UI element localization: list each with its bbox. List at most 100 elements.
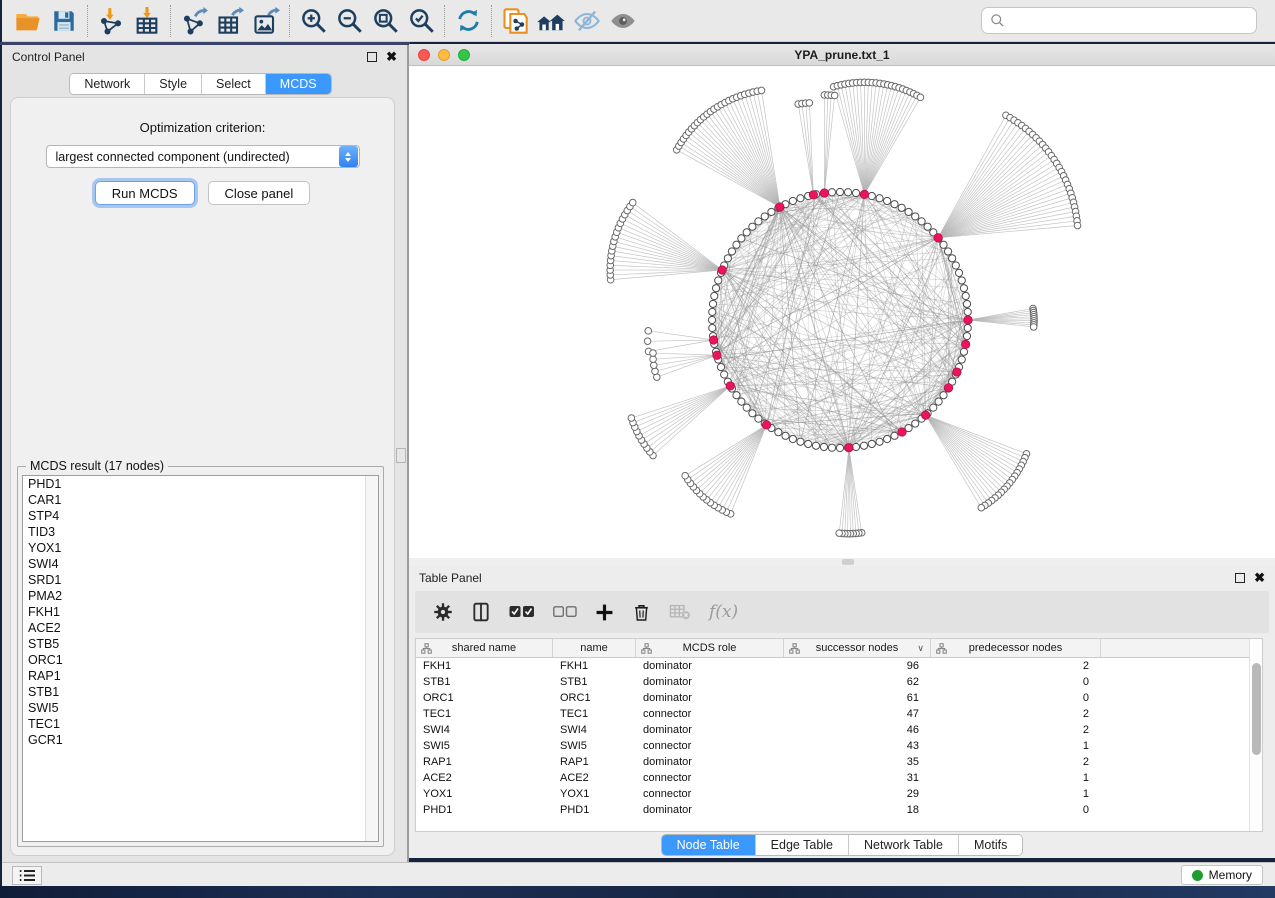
table-cell[interactable]: dominator: [636, 756, 784, 768]
table-cell[interactable]: 31: [784, 772, 931, 784]
task-history-button[interactable]: [12, 866, 42, 885]
tab-style[interactable]: Style: [145, 74, 202, 94]
zoom-selected-icon[interactable]: [403, 3, 439, 39]
column-header-shared-name[interactable]: shared name: [416, 639, 553, 657]
table-cell[interactable]: TEC1: [416, 708, 553, 720]
tab-network[interactable]: Network: [70, 74, 145, 94]
export-network-icon[interactable]: [176, 3, 212, 39]
list-item[interactable]: FKH1: [23, 604, 378, 620]
horizontal-splitter-grip[interactable]: [842, 559, 854, 565]
network-graph[interactable]: [409, 66, 1275, 558]
table-row[interactable]: TEC1TEC1connector472: [416, 706, 1262, 722]
table-cell[interactable]: connector: [636, 788, 784, 800]
table-cell[interactable]: dominator: [636, 804, 784, 816]
table-cell[interactable]: YOX1: [553, 788, 636, 800]
table-cell[interactable]: SWI4: [416, 724, 553, 736]
table-cell[interactable]: ACE2: [416, 772, 553, 784]
list-item[interactable]: PHD1: [23, 476, 378, 492]
column-header-name[interactable]: name: [553, 639, 636, 657]
table-cell[interactable]: connector: [636, 772, 784, 784]
table-cell[interactable]: connector: [636, 740, 784, 752]
table-cell[interactable]: 2: [931, 756, 1101, 768]
show-columns-icon[interactable]: [471, 602, 491, 622]
table-cell[interactable]: 29: [784, 788, 931, 800]
first-neighbors-icon[interactable]: [533, 3, 569, 39]
table-cell[interactable]: STB1: [416, 676, 553, 688]
search-field[interactable]: [981, 7, 1257, 34]
table-cell[interactable]: PHD1: [416, 804, 553, 816]
table-cell[interactable]: FKH1: [416, 660, 553, 672]
tab-mcds[interactable]: MCDS: [266, 74, 331, 94]
table-cell[interactable]: dominator: [636, 692, 784, 704]
tab-network-table[interactable]: Network Table: [849, 835, 959, 855]
table-scrollbar[interactable]: [1249, 639, 1262, 831]
table-cell[interactable]: dominator: [636, 724, 784, 736]
import-table-icon[interactable]: [129, 3, 165, 39]
table-row[interactable]: SWI5SWI5connector431: [416, 738, 1262, 754]
show-all-icon[interactable]: [605, 3, 641, 39]
list-item[interactable]: CAR1: [23, 492, 378, 508]
table-cell[interactable]: 1: [931, 788, 1101, 800]
list-item[interactable]: PMA2: [23, 588, 378, 604]
export-image-icon[interactable]: [248, 3, 284, 39]
tab-edge-table[interactable]: Edge Table: [756, 835, 849, 855]
table-cell[interactable]: PHD1: [553, 804, 636, 816]
close-panel-icon[interactable]: ✖: [386, 52, 397, 62]
list-item[interactable]: SWI5: [23, 700, 378, 716]
table-cell[interactable]: 47: [784, 708, 931, 720]
table-cell[interactable]: 2: [931, 708, 1101, 720]
table-cell[interactable]: 62: [784, 676, 931, 688]
float-table-panel-icon[interactable]: [1235, 573, 1245, 583]
memory-button[interactable]: Memory: [1181, 865, 1263, 885]
zoom-in-icon[interactable]: [295, 3, 331, 39]
list-item[interactable]: TID3: [23, 524, 378, 540]
list-item[interactable]: SRD1: [23, 572, 378, 588]
list-item[interactable]: YOX1: [23, 540, 378, 556]
column-header-mcds-role[interactable]: MCDS role: [636, 639, 784, 657]
zoom-out-icon[interactable]: [331, 3, 367, 39]
table-row[interactable]: YOX1YOX1connector291: [416, 786, 1262, 802]
table-row[interactable]: SWI4SWI4dominator462: [416, 722, 1262, 738]
list-item[interactable]: GCR1: [23, 732, 378, 748]
save-session-icon[interactable]: [46, 3, 82, 39]
table-cell[interactable]: TEC1: [553, 708, 636, 720]
table-cell[interactable]: SWI5: [416, 740, 553, 752]
table-row[interactable]: RAP1RAP1dominator352: [416, 754, 1262, 770]
hide-selected-icon[interactable]: [569, 3, 605, 39]
table-row[interactable]: STB1STB1dominator620: [416, 674, 1262, 690]
table-settings-gear-icon[interactable]: [433, 602, 453, 622]
sort-chevron-icon[interactable]: ∨: [917, 643, 924, 654]
table-cell[interactable]: 18: [784, 804, 931, 816]
search-input[interactable]: [1005, 14, 1248, 28]
table-cell[interactable]: 1: [931, 740, 1101, 752]
table-cell[interactable]: 0: [931, 676, 1101, 688]
table-cell[interactable]: ORC1: [553, 692, 636, 704]
table-cell[interactable]: 2: [931, 724, 1101, 736]
tab-select[interactable]: Select: [202, 74, 266, 94]
table-cell[interactable]: SWI4: [553, 724, 636, 736]
float-panel-icon[interactable]: [367, 52, 377, 62]
list-item[interactable]: ACE2: [23, 620, 378, 636]
vertical-splitter-grip[interactable]: [396, 448, 406, 463]
table-row[interactable]: FKH1FKH1dominator962: [416, 658, 1262, 674]
table-cell[interactable]: STB1: [553, 676, 636, 688]
table-row[interactable]: PHD1PHD1dominator180: [416, 802, 1262, 818]
list-item[interactable]: RAP1: [23, 668, 378, 684]
import-network-icon[interactable]: [93, 3, 129, 39]
table-row[interactable]: ORC1ORC1dominator610: [416, 690, 1262, 706]
table-cell[interactable]: 46: [784, 724, 931, 736]
table-cell[interactable]: YOX1: [416, 788, 553, 800]
table-scrollbar-thumb[interactable]: [1252, 663, 1261, 755]
table-cell[interactable]: dominator: [636, 660, 784, 672]
table-cell[interactable]: 2: [931, 660, 1101, 672]
list-item[interactable]: STP4: [23, 508, 378, 524]
close-panel-button[interactable]: Close panel: [208, 181, 311, 205]
export-table-icon[interactable]: [212, 3, 248, 39]
list-item[interactable]: STB1: [23, 684, 378, 700]
table-row[interactable]: ACE2ACE2connector311: [416, 770, 1262, 786]
table-cell[interactable]: dominator: [636, 676, 784, 688]
table-cell[interactable]: RAP1: [553, 756, 636, 768]
table-cell[interactable]: 43: [784, 740, 931, 752]
table-cell[interactable]: connector: [636, 708, 784, 720]
table-cell[interactable]: 35: [784, 756, 931, 768]
